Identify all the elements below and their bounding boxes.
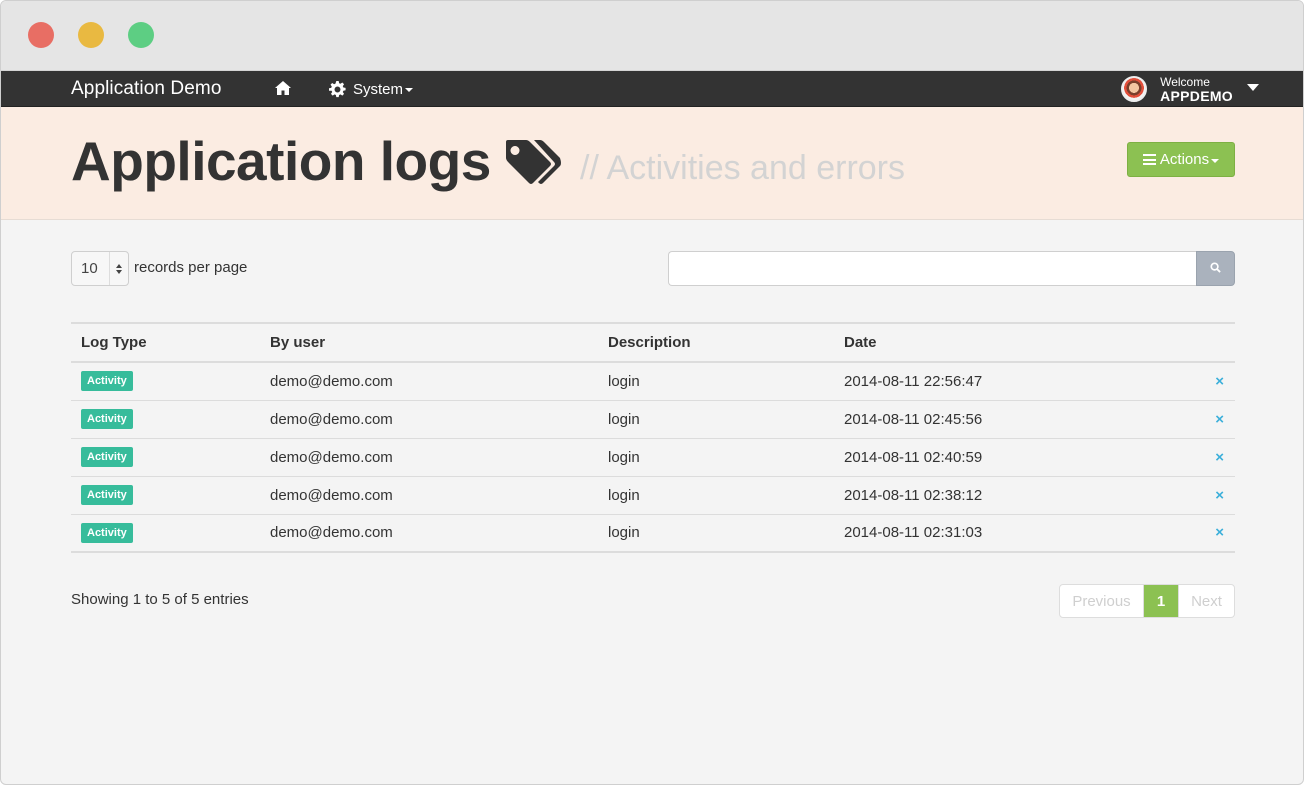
log-type-cell: Activity (71, 362, 260, 401)
search-icon (1210, 261, 1221, 276)
status-badge: Activity (81, 371, 133, 392)
gear-icon (329, 80, 346, 98)
user-menu[interactable]: Welcome APPDEMO (1121, 73, 1259, 105)
date-cell: 2014-08-11 22:56:47 (834, 362, 1174, 401)
delete-icon[interactable]: × (1215, 373, 1224, 390)
window-titlebar (1, 1, 1303, 71)
user-cell: demo@demo.com (260, 400, 598, 439)
page-1-button[interactable]: 1 (1144, 585, 1178, 617)
log-type-cell: Activity (71, 514, 260, 553)
table-row: Activity demo@demo.com login 2014-08-11 … (71, 400, 1235, 439)
log-type-cell: Activity (71, 400, 260, 439)
table-row: Activity demo@demo.com login 2014-08-11 … (71, 514, 1235, 553)
user-cell: demo@demo.com (260, 514, 598, 553)
welcome-label: Welcome (1160, 75, 1210, 89)
brand-link[interactable]: Application Demo (71, 78, 222, 100)
date-cell: 2014-08-11 02:38:12 (834, 476, 1174, 515)
table-row: Activity demo@demo.com login 2014-08-11 … (71, 438, 1235, 477)
date-cell: 2014-08-11 02:45:56 (834, 400, 1174, 439)
log-type-cell: Activity (71, 438, 260, 477)
description-cell: login (598, 476, 834, 515)
status-badge: Activity (81, 447, 133, 467)
menu-icon (1142, 154, 1156, 165)
page-title: Application logs (71, 130, 491, 192)
date-cell: 2014-08-11 02:31:03 (834, 514, 1174, 553)
logs-table: Log Type By user Description Date Activi… (71, 322, 1235, 553)
records-per-page-label: records per page (134, 259, 248, 276)
user-cell: demo@demo.com (260, 362, 598, 401)
top-navbar: Application Demo System Welcome APPDEMO (1, 71, 1303, 107)
status-badge: Activity (81, 522, 133, 543)
search-input[interactable] (668, 251, 1197, 286)
column-header-date[interactable]: Date (834, 322, 1174, 363)
select-arrows-icon (109, 252, 128, 285)
records-per-page-value: 10 (81, 260, 98, 277)
minimize-window-button[interactable] (78, 22, 104, 48)
actions-button[interactable]: Actions (1127, 142, 1235, 177)
actions-label: Actions (1159, 151, 1210, 168)
system-menu[interactable]: System (329, 79, 414, 99)
table-header: Log Type By user Description Date (71, 322, 1235, 363)
search-button[interactable] (1196, 251, 1235, 286)
chevron-down-icon (1247, 83, 1259, 91)
user-cell: demo@demo.com (260, 438, 598, 477)
delete-icon[interactable]: × (1215, 524, 1224, 541)
table-row: Activity demo@demo.com login 2014-08-11 … (71, 476, 1235, 515)
avatar (1121, 76, 1148, 102)
user-welcome: Welcome APPDEMO (1160, 75, 1233, 103)
description-cell: login (598, 362, 834, 401)
status-badge: Activity (81, 409, 133, 429)
pagination: Previous 1 Next (1059, 584, 1235, 618)
close-window-button[interactable] (28, 22, 54, 48)
page-header: Application logs // Activities and error… (1, 107, 1303, 220)
delete-cell: × (1174, 400, 1235, 439)
log-type-cell: Activity (71, 476, 260, 515)
column-header-by-user[interactable]: By user (260, 322, 598, 363)
home-icon[interactable] (274, 80, 292, 96)
maximize-window-button[interactable] (128, 22, 154, 48)
column-header-description[interactable]: Description (598, 322, 834, 363)
description-cell: login (598, 514, 834, 553)
table-body: Activity demo@demo.com login 2014-08-11 … (71, 362, 1235, 553)
page-subtitle: // Activities and errors (580, 149, 906, 187)
status-badge: Activity (81, 485, 133, 505)
delete-cell: × (1174, 476, 1235, 515)
tags-icon (504, 139, 562, 187)
system-menu-label: System (353, 80, 404, 98)
delete-icon[interactable]: × (1215, 449, 1224, 466)
description-cell: login (598, 438, 834, 477)
date-cell: 2014-08-11 02:40:59 (834, 438, 1174, 477)
chevron-down-icon (405, 88, 414, 92)
delete-cell: × (1174, 438, 1235, 477)
user-cell: demo@demo.com (260, 476, 598, 515)
column-header-log-type[interactable]: Log Type (71, 322, 260, 363)
user-name: APPDEMO (1160, 88, 1233, 104)
previous-page-button[interactable]: Previous (1060, 585, 1144, 617)
records-per-page-select[interactable]: 10 (71, 251, 129, 286)
app-window: Application Demo System Welcome APPDEMO (0, 0, 1304, 785)
table-info: Showing 1 to 5 of 5 entries (71, 591, 249, 608)
delete-icon[interactable]: × (1215, 487, 1224, 504)
delete-cell: × (1174, 362, 1235, 401)
next-page-button[interactable]: Next (1178, 585, 1234, 617)
description-cell: login (598, 400, 834, 439)
chevron-down-icon (1211, 158, 1220, 163)
column-header-actions (1174, 322, 1235, 363)
delete-cell: × (1174, 514, 1235, 553)
table-row: Activity demo@demo.com login 2014-08-11 … (71, 362, 1235, 401)
delete-icon[interactable]: × (1215, 411, 1224, 428)
